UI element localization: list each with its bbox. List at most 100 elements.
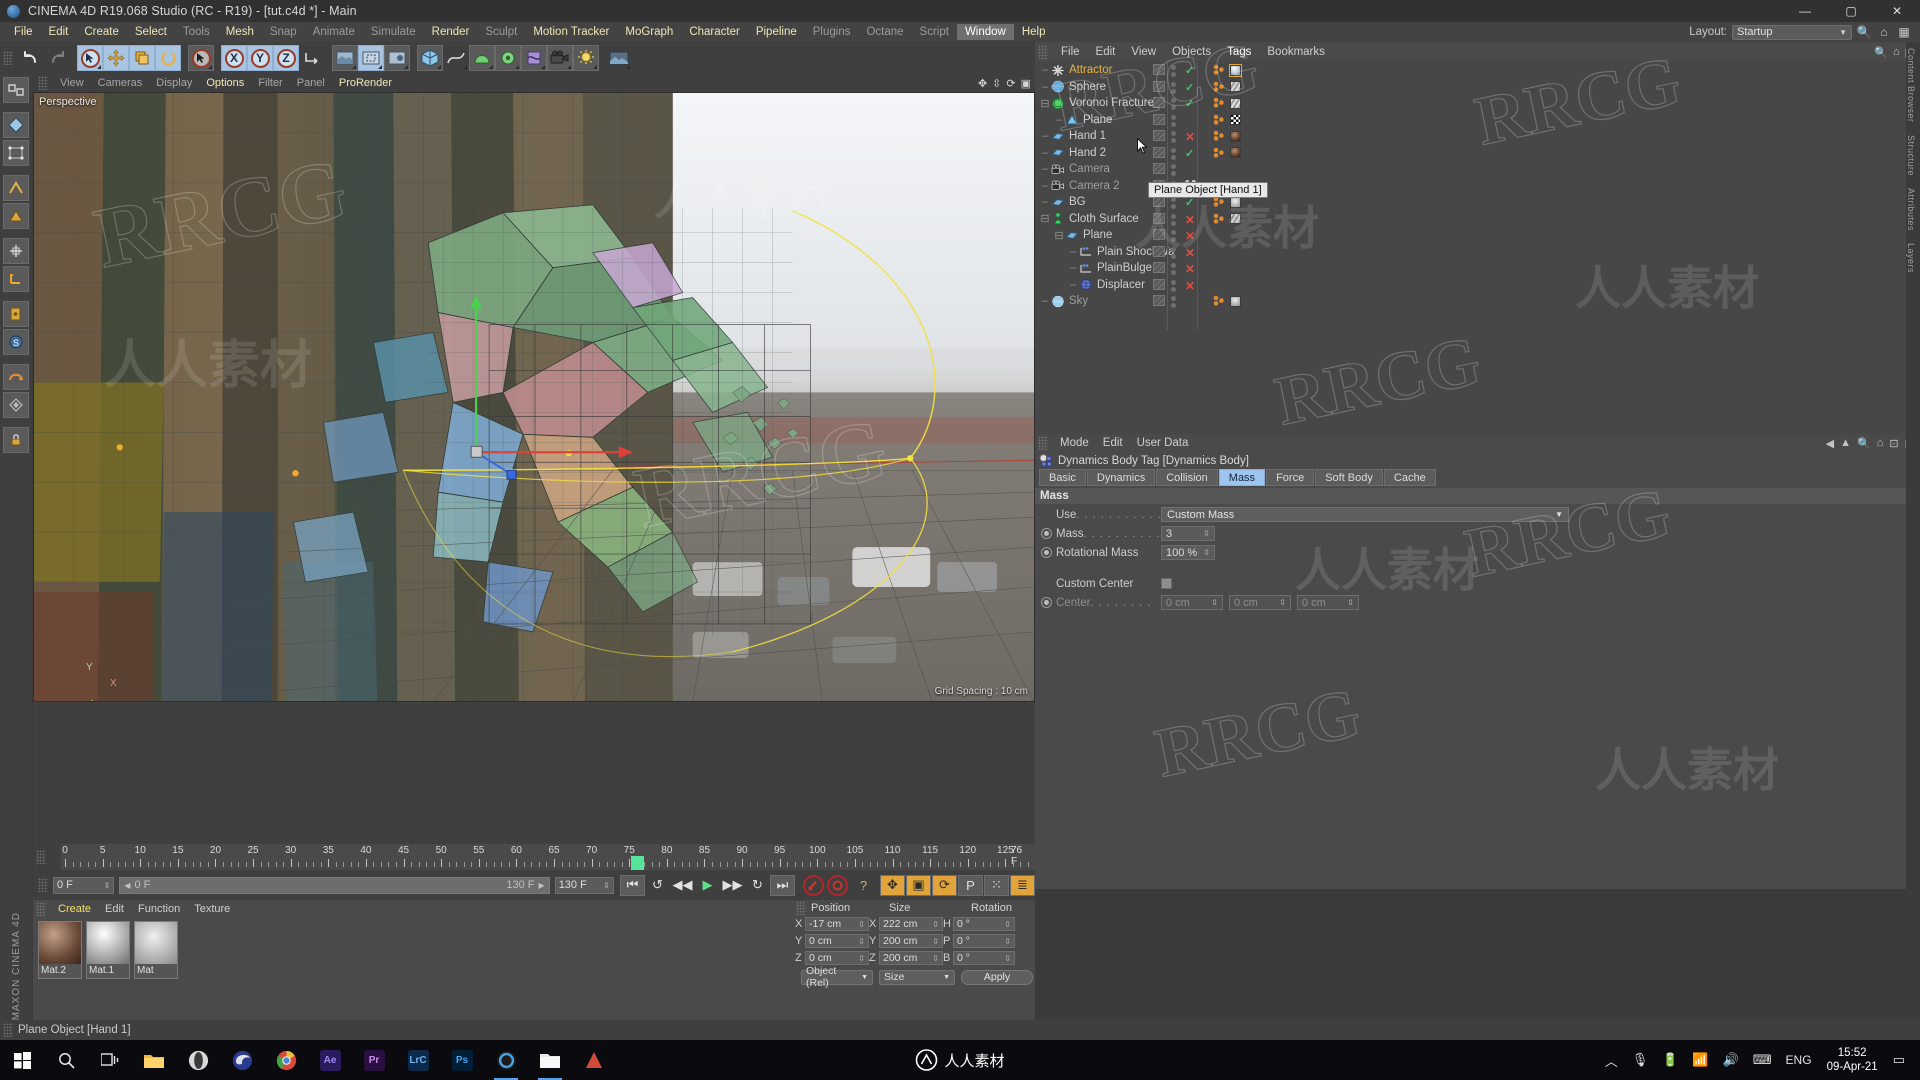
field-control[interactable] bbox=[1161, 578, 1172, 589]
rotation-field[interactable]: 0 ° ⇳ bbox=[953, 917, 1015, 931]
undo-arrow-icon[interactable] bbox=[18, 45, 44, 71]
primitives-group[interactable] bbox=[417, 45, 599, 71]
nurbs-icon[interactable] bbox=[469, 45, 495, 71]
scale-icon[interactable] bbox=[129, 45, 155, 71]
visibility-toggle[interactable] bbox=[1153, 130, 1165, 141]
radio-icon[interactable] bbox=[1041, 528, 1052, 539]
language-indicator[interactable]: ENG bbox=[1786, 1053, 1812, 1067]
timeline-controls-grip[interactable] bbox=[38, 878, 48, 892]
menu-item-script[interactable]: Script bbox=[912, 24, 957, 40]
autokeying-icon[interactable] bbox=[827, 874, 848, 896]
attribute-row[interactable]: Center . . . . . . . . 0 cm ⇳ 0 cm ⇳ 0 cm ⇳ bbox=[1035, 594, 1920, 611]
menu-item-filter[interactable]: Filter bbox=[251, 76, 289, 90]
menu-item-sculpt[interactable]: Sculpt bbox=[477, 24, 525, 40]
material-chip[interactable]: Mat.1 bbox=[86, 921, 130, 979]
tag-icons[interactable] bbox=[1213, 97, 1241, 109]
dynamics-tag[interactable]: ✕ bbox=[1185, 213, 1195, 227]
chevron-up-icon[interactable]: ︿ bbox=[1605, 1051, 1618, 1070]
side-tab-layers[interactable]: Layers bbox=[1906, 237, 1916, 279]
undo-redo-group[interactable] bbox=[18, 45, 70, 71]
mograph-icon[interactable] bbox=[495, 45, 521, 71]
taskbar-apps[interactable]: Ae Pr LrC Ps bbox=[132, 1040, 616, 1080]
timeline-controls[interactable]: 0 F ⇳ ◀ 0 F 130 F ▶ 130 F ⇳ ⏮ ↺ ◀◀ ▶ ▶▶ … bbox=[33, 872, 1035, 898]
maximize-view-icon[interactable]: ▣ bbox=[1021, 77, 1031, 90]
polygons-mode-icon[interactable] bbox=[3, 203, 29, 229]
tag-icons[interactable] bbox=[1213, 147, 1241, 159]
menu-item-prorender[interactable]: ProRender bbox=[332, 76, 399, 90]
taskbar-app-app-red[interactable] bbox=[572, 1040, 616, 1080]
camera-icon[interactable] bbox=[547, 45, 573, 71]
spinner-icon[interactable]: ⇳ bbox=[1203, 529, 1210, 538]
preview-range-bar[interactable]: ◀ 0 F 130 F ▶ bbox=[119, 876, 550, 894]
attribute-fields[interactable]: Use . . . . . . . . . . . Custom Mass ▼ Mas… bbox=[1035, 506, 1920, 611]
menu-item-panel[interactable]: Panel bbox=[290, 76, 332, 90]
menu-item-help[interactable]: Help bbox=[1014, 24, 1054, 40]
menu-item-window[interactable]: Window bbox=[956, 24, 1014, 40]
home-icon[interactable]: ⌂ bbox=[1893, 46, 1900, 59]
menu-item-view[interactable]: View bbox=[1123, 45, 1164, 59]
tag-icons[interactable] bbox=[1213, 63, 1242, 77]
visibility-toggle[interactable] bbox=[1153, 163, 1165, 174]
spinner-icon[interactable]: ⇳ bbox=[603, 881, 610, 890]
dynamics-tag[interactable]: ✓ bbox=[1185, 97, 1194, 110]
status-grip[interactable] bbox=[3, 1023, 13, 1037]
taskbar-app-after-effects[interactable]: Ae bbox=[308, 1040, 352, 1080]
viewport-menu-grip[interactable] bbox=[38, 76, 48, 90]
timeline-playhead[interactable] bbox=[630, 856, 644, 870]
field-control[interactable]: 100 % ⇳ bbox=[1161, 545, 1215, 560]
object-name[interactable]: Attractor bbox=[1069, 64, 1112, 76]
visibility-toggle[interactable] bbox=[1153, 262, 1165, 273]
main-menu-bar[interactable]: File Edit Create Select Tools Mesh Snap Animate… bbox=[0, 22, 1920, 42]
select-tool-group[interactable] bbox=[188, 45, 214, 71]
size-field[interactable]: 200 cm ⇳ bbox=[879, 951, 943, 965]
menu-item-options[interactable]: Options bbox=[199, 76, 251, 90]
pin-icon[interactable]: ⌂ bbox=[1877, 437, 1884, 450]
menu-item-edit[interactable]: Edit bbox=[1088, 45, 1124, 59]
attribute-menu-grip[interactable] bbox=[1038, 436, 1048, 450]
search-icon[interactable]: 🔍 bbox=[1874, 46, 1888, 59]
coordinate-mode-dropdown[interactable]: Object (Rel) ▼ bbox=[801, 965, 873, 989]
object-name[interactable]: Cloth Surface bbox=[1069, 213, 1139, 225]
record-active-objects-icon[interactable] bbox=[803, 874, 824, 896]
spinner-icon[interactable]: ⇳ bbox=[1004, 920, 1011, 929]
transform-tools-group[interactable] bbox=[77, 45, 181, 71]
object-name[interactable]: Voronoi Fracture bbox=[1069, 97, 1154, 109]
material-menu-grip[interactable] bbox=[36, 901, 46, 916]
points-mode-icon[interactable] bbox=[3, 140, 29, 166]
spinner-icon[interactable]: ⇳ bbox=[1203, 548, 1210, 557]
attribute-menu-bar[interactable]: ModeEditUser Data ◀ ▲ 🔍 ⌂ ⊡ ▤ bbox=[1035, 434, 1920, 452]
snap-icon[interactable] bbox=[3, 364, 29, 390]
material-menu-bar[interactable]: Create Edit Function Texture bbox=[33, 900, 793, 917]
coordinate-row[interactable]: X -17 cm ⇳ X 222 cm ⇳ H 0 ° ⇳ bbox=[793, 916, 1035, 932]
material-tag[interactable] bbox=[1230, 295, 1241, 307]
render-view-icon[interactable] bbox=[332, 45, 358, 71]
material-tag[interactable] bbox=[1230, 147, 1241, 158]
spinner-icon[interactable]: ⇳ bbox=[932, 920, 939, 929]
menu-item-cameras[interactable]: Cameras bbox=[91, 76, 150, 90]
material-tag[interactable] bbox=[1230, 196, 1241, 208]
visibility-toggle[interactable] bbox=[1153, 113, 1165, 125]
menu-item-create[interactable]: Create bbox=[51, 902, 98, 916]
menu-item-animate[interactable]: Animate bbox=[305, 24, 363, 40]
side-tab-attributes[interactable]: Attributes bbox=[1906, 182, 1916, 237]
play-icon[interactable]: ▶ bbox=[695, 875, 720, 896]
menu-item-edit[interactable]: Edit bbox=[98, 902, 131, 916]
max-frame-field[interactable]: 130 F ⇳ bbox=[554, 876, 614, 894]
viewport-menu-bar[interactable]: View Cameras Display Options Filter Panel ProR… bbox=[33, 74, 1035, 92]
visibility-dots[interactable] bbox=[1171, 114, 1191, 127]
material-tag[interactable] bbox=[1230, 114, 1241, 125]
spinner-icon[interactable]: ⇳ bbox=[858, 920, 865, 929]
menu-item-display[interactable]: Display bbox=[149, 76, 199, 90]
attribute-row[interactable]: Mass . . . . . . . . . . 3 ⇳ bbox=[1035, 525, 1920, 542]
goto-end-icon[interactable]: ⏭ bbox=[770, 874, 795, 896]
menu-item-user-data[interactable]: User Data bbox=[1130, 436, 1196, 450]
size-field[interactable]: 200 cm ⇳ bbox=[879, 934, 943, 948]
attribute-row[interactable]: Use . . . . . . . . . . . Custom Mass ▼ bbox=[1035, 506, 1920, 523]
maximize-button[interactable]: ▢ bbox=[1828, 0, 1874, 22]
menu-item-edit[interactable]: Edit bbox=[1096, 436, 1130, 450]
current-frame-field[interactable]: 0 F ⇳ bbox=[53, 876, 115, 894]
battery-icon[interactable]: 🔋 bbox=[1662, 1052, 1678, 1068]
dynamics-tag[interactable]: ✓ bbox=[1185, 81, 1194, 94]
material-tag[interactable] bbox=[1229, 63, 1242, 77]
attribute-tabs[interactable]: Basic Dynamics Collision Mass Force Soft Body… bbox=[1035, 469, 1920, 486]
